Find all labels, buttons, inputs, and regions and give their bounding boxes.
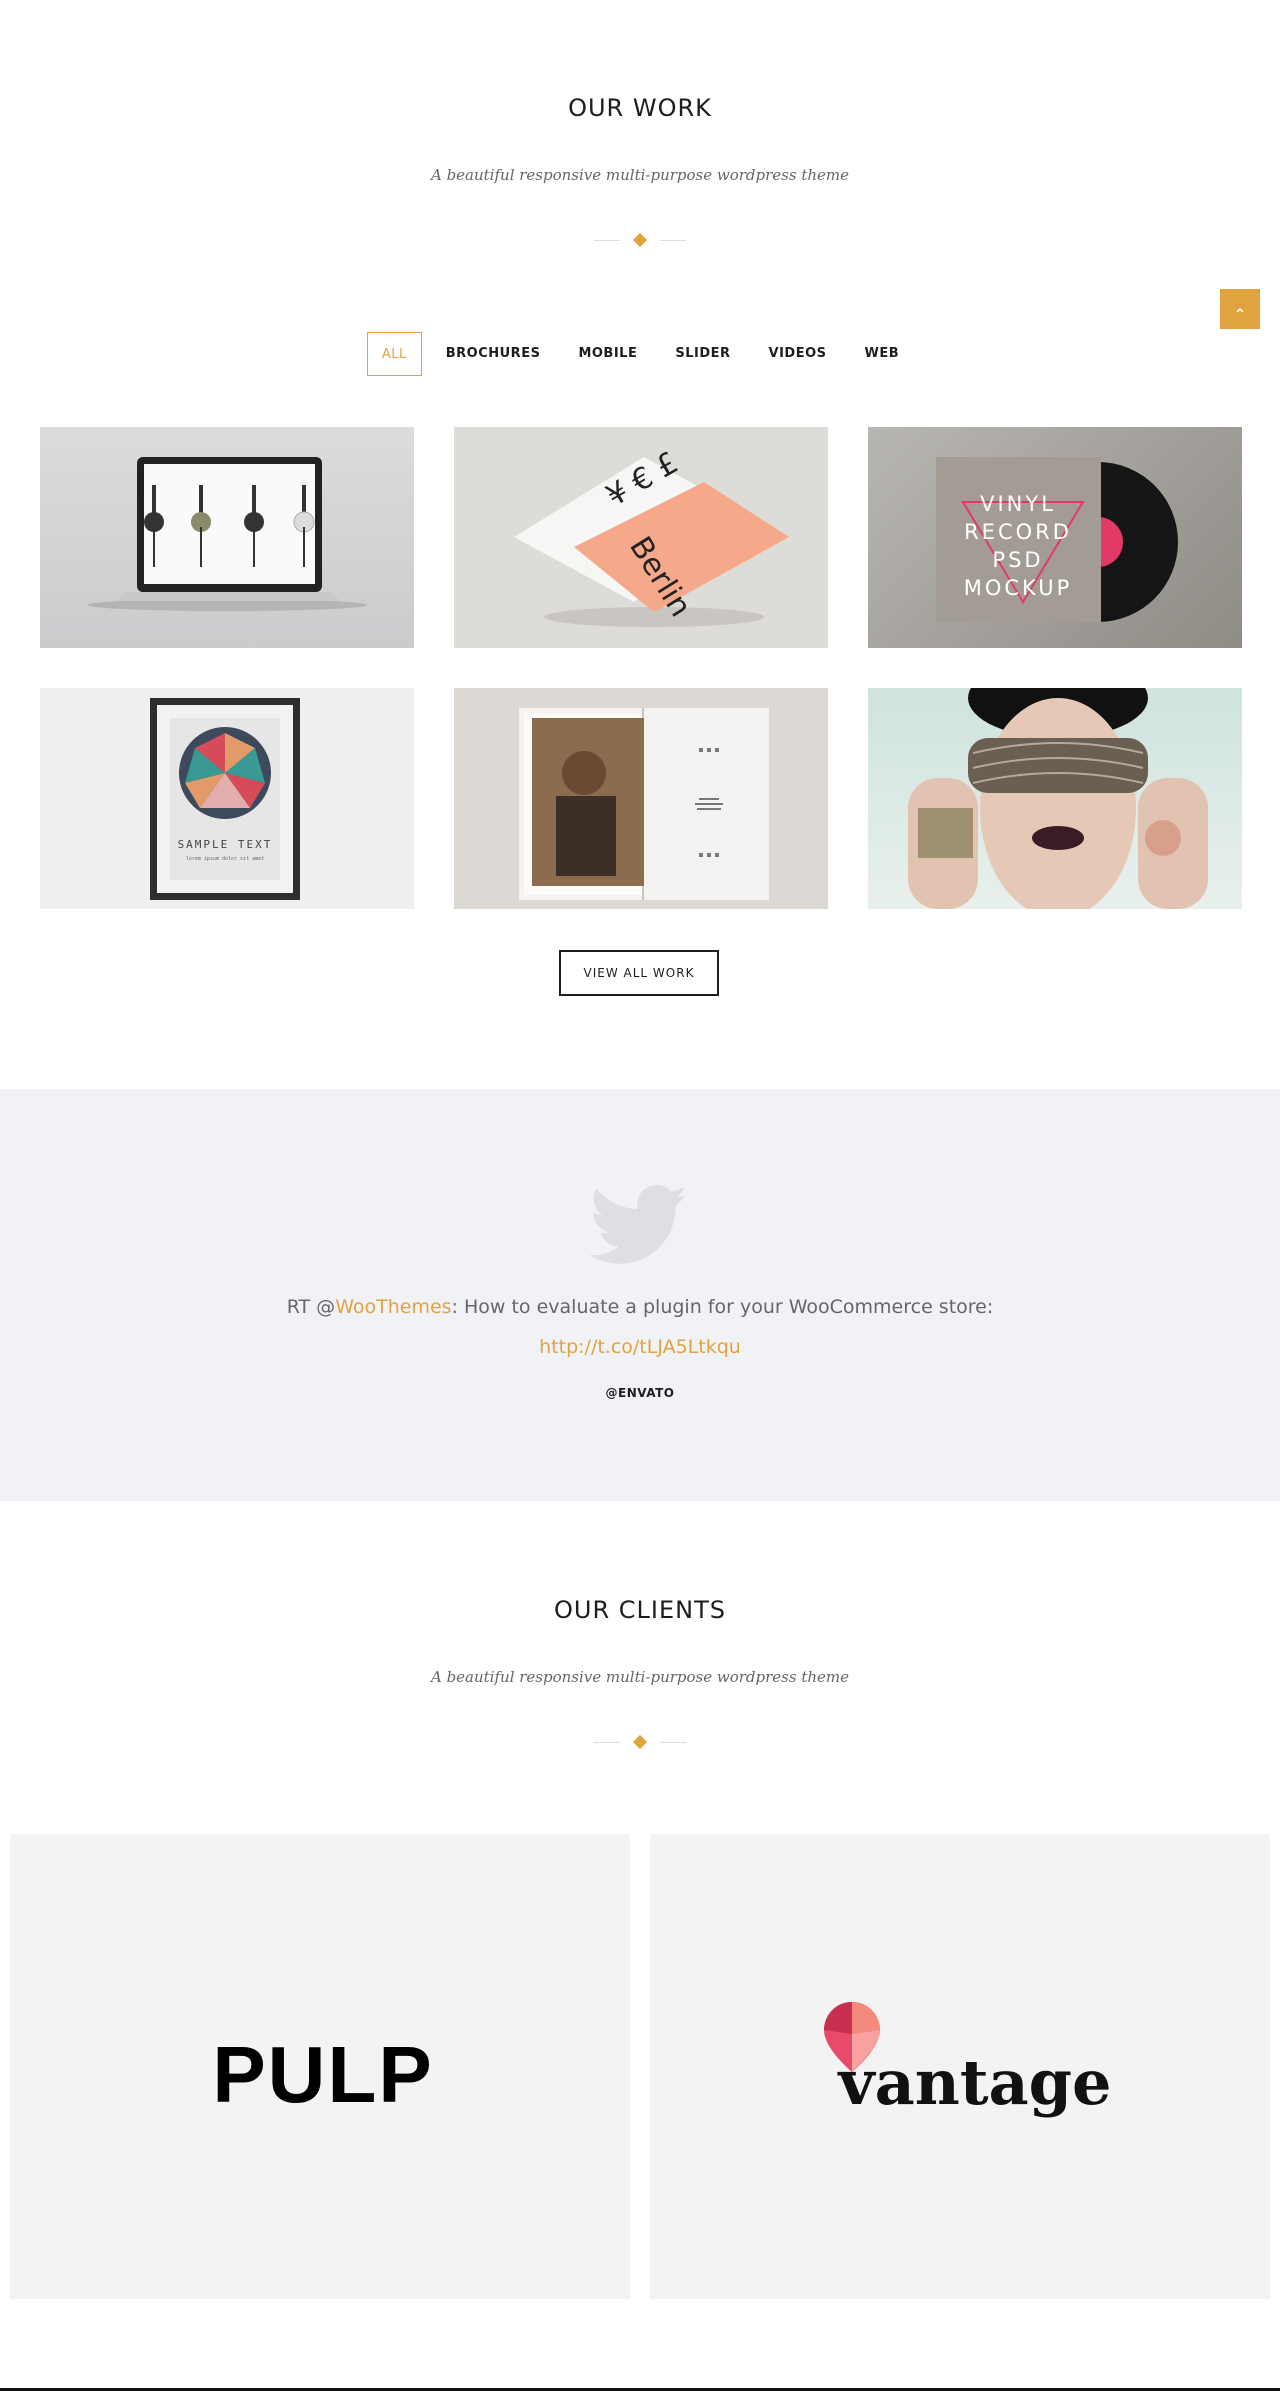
- vinyl-line-4: MOCKUP: [964, 576, 1073, 600]
- vinyl-line-1: VINYL: [980, 492, 1056, 516]
- magazine-image: [519, 708, 769, 900]
- filter-brochures[interactable]: BROCHURES: [432, 332, 555, 376]
- clients-section-subtitle: A beautiful responsive multi-purpose wor…: [430, 1668, 850, 1686]
- poster-image: SAMPLE TEXT lorem ipsum dolor sit amet: [150, 698, 300, 900]
- view-all-work-button[interactable]: VIEW ALL WORK: [559, 950, 719, 996]
- portfolio-item-portrait[interactable]: [868, 688, 1242, 909]
- tweet-prefix: RT @: [286, 1296, 336, 1318]
- twitter-bird-icon: [590, 1185, 688, 1264]
- work-section-title: OUR WORK: [568, 94, 712, 122]
- portfolio-item-poster[interactable]: SAMPLE TEXT lorem ipsum dolor sit amet: [40, 688, 414, 909]
- portfolio-item-vinyl[interactable]: VINYL RECORD PSD MOCKUP: [868, 427, 1242, 648]
- chevron-up-icon: [1236, 307, 1244, 313]
- portrait-image: [908, 688, 1208, 909]
- tweet-body: : How to evaluate a plugin for your WooC…: [451, 1296, 994, 1318]
- diamond-icon: [632, 1734, 648, 1750]
- clients-section-title: OUR CLIENTS: [554, 1596, 726, 1624]
- portfolio-item-brochure[interactable]: ¥ € £ Berlin: [454, 427, 828, 648]
- client-logo-pulp[interactable]: PULP: [10, 1834, 630, 2299]
- vinyl-line-3: PSD: [992, 548, 1043, 572]
- twitter-section: [0, 1089, 1280, 1501]
- vinyl-image: VINYL RECORD PSD MOCKUP: [936, 457, 1178, 622]
- laptop-image: [87, 457, 367, 611]
- pulp-logo-text: PULP: [212, 2030, 433, 2119]
- clients-divider: [590, 1734, 690, 1750]
- work-divider: [590, 232, 690, 248]
- filter-all[interactable]: ALL: [366, 332, 422, 376]
- portfolio-item-laptop[interactable]: [40, 427, 414, 648]
- brochure-image: ¥ € £ Berlin: [514, 445, 789, 627]
- diamond-icon: [632, 232, 648, 248]
- portfolio-item-magazine[interactable]: [454, 688, 828, 909]
- vinyl-line-2: RECORD: [964, 520, 1072, 544]
- tweet-url-link[interactable]: http://t.co/tLJA5Ltkqu: [0, 1336, 1280, 1358]
- work-section-subtitle: A beautiful responsive multi-purpose wor…: [430, 166, 850, 184]
- poster-text: SAMPLE TEXT: [178, 838, 273, 851]
- tweet-text: RT @WooThemes: How to evaluate a plugin …: [0, 1296, 1280, 1318]
- poster-subtext: lorem ipsum dolor sit amet: [186, 856, 264, 862]
- portfolio-filters: ALL BROCHURES MOBILE SLIDER VIDEOS WEB: [0, 332, 1280, 376]
- filter-slider[interactable]: SLIDER: [661, 332, 744, 376]
- client-logo-vantage[interactable]: vantage: [650, 1834, 1270, 2299]
- twitter-handle[interactable]: @ENVATO: [0, 1386, 1280, 1400]
- tweet-mention-link[interactable]: WooThemes: [335, 1296, 451, 1318]
- filter-web[interactable]: WEB: [851, 332, 914, 376]
- vantage-logo: vantage: [824, 2002, 1112, 2119]
- pulp-logo: PULP: [212, 2030, 433, 2119]
- filter-mobile[interactable]: MOBILE: [564, 332, 651, 376]
- vantage-logo-text: vantage: [837, 2046, 1112, 2119]
- back-to-top-button[interactable]: [1220, 289, 1260, 329]
- filter-videos[interactable]: VIDEOS: [755, 332, 841, 376]
